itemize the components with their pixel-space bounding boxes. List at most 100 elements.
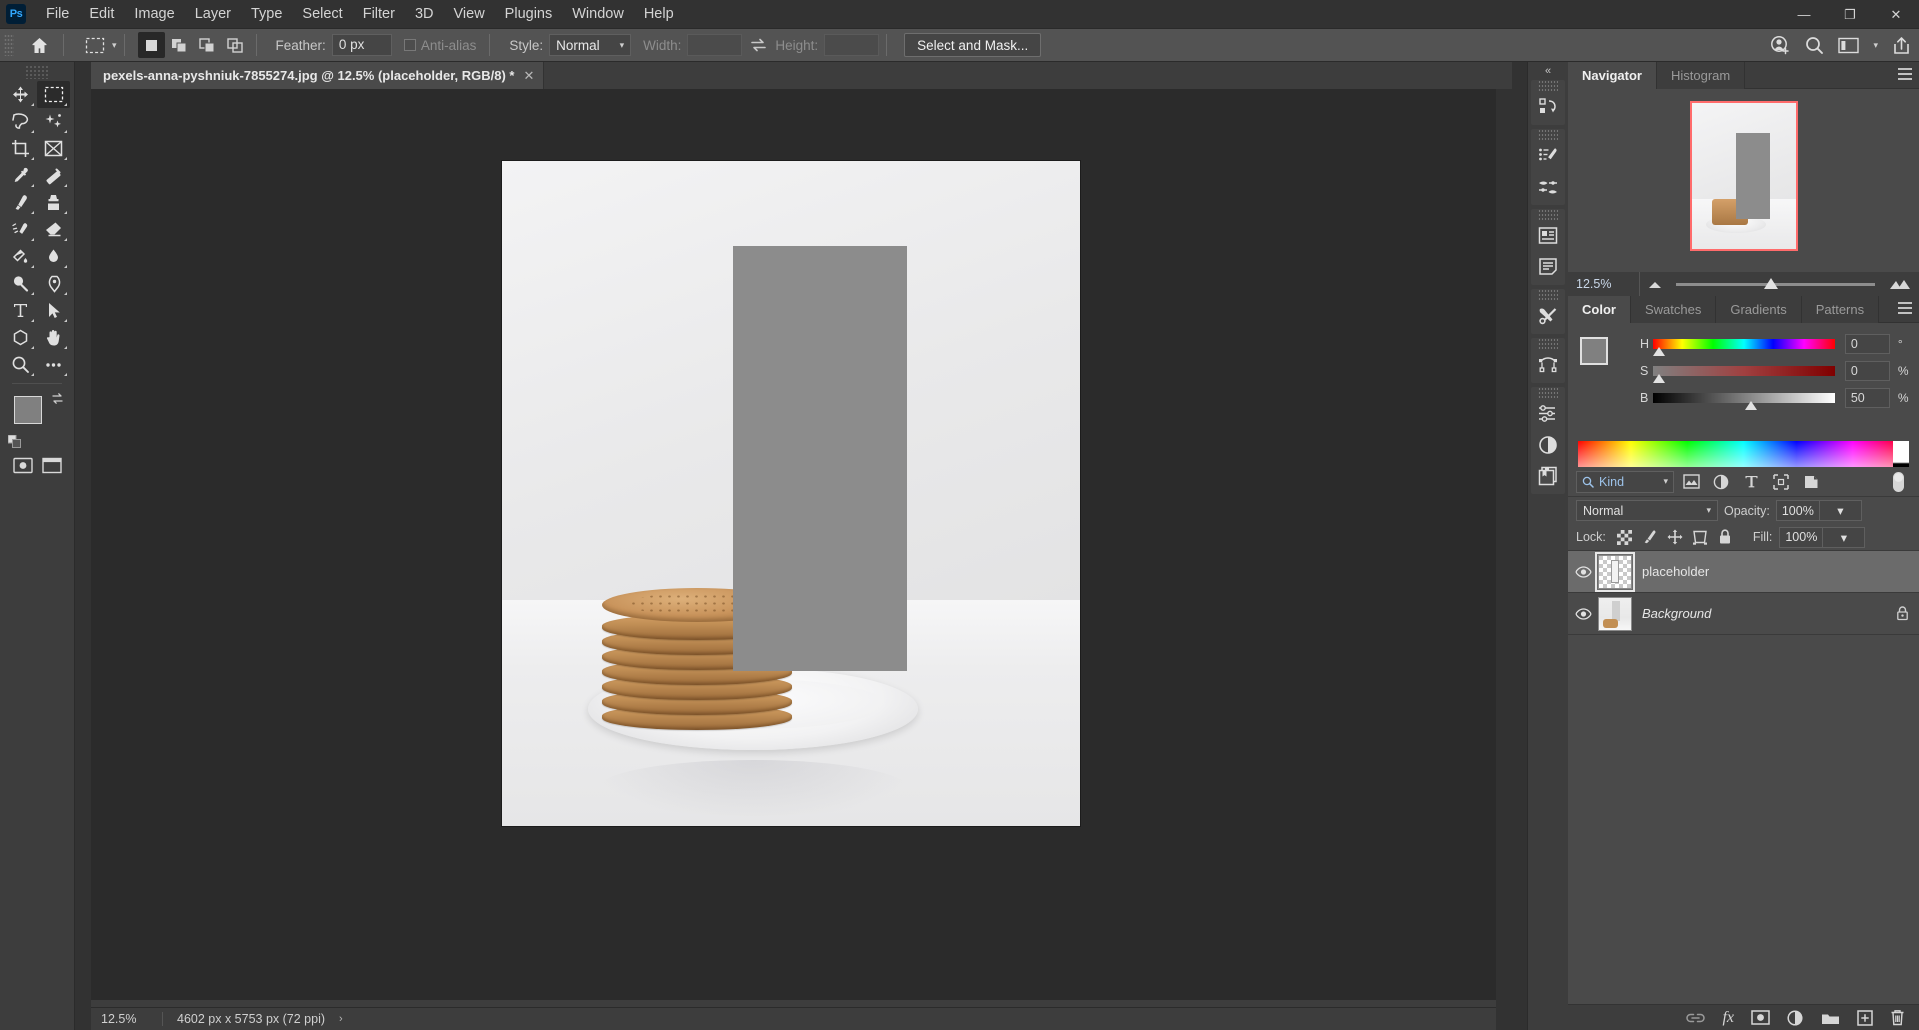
tool-presets-icon[interactable]	[1531, 300, 1565, 331]
default-colors-icon[interactable]	[8, 435, 21, 448]
shape-tool[interactable]	[4, 324, 37, 351]
properties-icon[interactable]	[1531, 220, 1565, 251]
rail-grip[interactable]	[1538, 209, 1558, 220]
tab-navigator[interactable]: Navigator	[1568, 62, 1657, 89]
lock-image-pixels-icon[interactable]	[1639, 526, 1661, 548]
status-zoom-level[interactable]: 12.5%	[91, 1012, 163, 1026]
fill-stepper-icon[interactable]: ▾	[1822, 527, 1864, 547]
select-and-mask-button[interactable]: Select and Mask...	[904, 33, 1042, 57]
navigator-zoom-slider[interactable]	[1676, 277, 1875, 289]
move-tool[interactable]	[4, 81, 37, 108]
history-brush-tool[interactable]	[4, 216, 37, 243]
tab-swatches[interactable]: Swatches	[1631, 296, 1717, 323]
share-icon[interactable]	[1892, 36, 1911, 55]
menu-view[interactable]: View	[444, 3, 495, 25]
new-selection-icon[interactable]	[137, 32, 165, 58]
anti-alias-checkbox[interactable]	[403, 39, 416, 51]
gradient-tool[interactable]	[4, 243, 37, 270]
fill-field[interactable]: 100% ▾	[1779, 526, 1866, 548]
canvas-horizontal-scrollbar[interactable]	[91, 1000, 1496, 1007]
history-icon[interactable]	[1531, 91, 1565, 122]
chevron-down-icon[interactable]: ▾	[1873, 40, 1878, 51]
foreground-color-swatch[interactable]	[14, 396, 42, 424]
dodge-tool[interactable]	[4, 270, 37, 297]
status-chevron-icon[interactable]: ›	[339, 1013, 343, 1025]
menu-filter[interactable]: Filter	[353, 3, 405, 25]
layer-name[interactable]: Background	[1642, 606, 1896, 621]
navigator-thumbnail[interactable]	[1689, 101, 1798, 251]
rail-grip[interactable]	[1538, 289, 1558, 300]
workspace-switcher-icon[interactable]	[1838, 37, 1860, 54]
menu-select[interactable]: Select	[292, 3, 352, 25]
document-canvas[interactable]	[502, 161, 1080, 826]
healing-brush-tool[interactable]	[37, 162, 70, 189]
object-selection-tool[interactable]	[37, 108, 70, 135]
menu-type[interactable]: Type	[241, 3, 292, 25]
zoom-tool[interactable]	[4, 351, 37, 378]
layer-visibility-toggle[interactable]	[1568, 565, 1598, 578]
layer-visibility-toggle[interactable]	[1568, 607, 1598, 620]
swap-colors-icon[interactable]	[51, 392, 64, 405]
layer-style-fx-icon[interactable]: fx	[1722, 1009, 1734, 1027]
rail-grip[interactable]	[1538, 387, 1558, 398]
opacity-stepper-icon[interactable]: ▾	[1818, 501, 1861, 520]
brightness-slider-thumb[interactable]	[1744, 401, 1757, 410]
close-icon[interactable]: ✕	[524, 69, 535, 82]
zoom-slider-thumb[interactable]	[1763, 277, 1778, 289]
eyedropper-tool[interactable]	[4, 162, 37, 189]
swap-width-height-icon[interactable]	[750, 38, 767, 52]
navigator-panel-menu-icon[interactable]	[1898, 68, 1912, 80]
layer-kind-filter[interactable]: Kind ▾	[1576, 470, 1674, 493]
rail-grip[interactable]	[1538, 338, 1558, 349]
filter-type-icon[interactable]	[1738, 470, 1764, 494]
filter-shape-icon[interactable]	[1768, 470, 1794, 494]
add-to-selection-icon[interactable]	[166, 32, 193, 58]
menu-window[interactable]: Window	[562, 3, 634, 25]
lasso-tool[interactable]	[4, 108, 37, 135]
layer-thumbnail[interactable]	[1595, 551, 1635, 592]
lock-all-icon[interactable]	[1714, 526, 1736, 548]
opacity-field[interactable]: 100% ▾	[1775, 500, 1862, 521]
intersect-selection-icon[interactable]	[222, 32, 249, 58]
new-group-icon[interactable]	[1821, 1011, 1840, 1025]
close-button[interactable]: ✕	[1873, 0, 1919, 29]
brightness-input[interactable]: 50	[1844, 388, 1890, 408]
clone-stamp-tool[interactable]	[37, 189, 70, 216]
crop-tool[interactable]	[4, 135, 37, 162]
brush-tool[interactable]	[4, 189, 37, 216]
adjustment-layer-icon[interactable]	[1531, 429, 1565, 460]
saturation-input[interactable]: 0	[1844, 361, 1890, 381]
notes-icon[interactable]	[1531, 251, 1565, 282]
eraser-tool[interactable]	[37, 216, 70, 243]
restore-button[interactable]: ❐	[1827, 0, 1873, 29]
zoom-out-icon[interactable]	[1648, 280, 1662, 289]
quick-mask-icon[interactable]	[12, 452, 33, 479]
width-input[interactable]	[687, 34, 743, 56]
hue-slider[interactable]	[1652, 339, 1835, 356]
brightness-slider[interactable]	[1652, 393, 1835, 410]
adjustments-icon[interactable]	[1531, 398, 1565, 429]
menu-file[interactable]: File	[36, 3, 79, 25]
menu-layer[interactable]: Layer	[185, 3, 241, 25]
menu-edit[interactable]: Edit	[79, 3, 124, 25]
color-panel-foreground-swatch[interactable]	[1580, 337, 1608, 365]
filter-smart-object-icon[interactable]	[1798, 470, 1824, 494]
hue-slider-thumb[interactable]	[1652, 347, 1665, 356]
menu-help[interactable]: Help	[634, 3, 684, 25]
filter-toggle-icon[interactable]	[1885, 470, 1911, 494]
navigator-zoom-value[interactable]: 12.5%	[1568, 272, 1640, 296]
height-input[interactable]	[824, 34, 880, 56]
saturation-slider-thumb[interactable]	[1652, 374, 1665, 383]
frame-tool[interactable]	[37, 135, 70, 162]
lock-artboard-nesting-icon[interactable]	[1689, 526, 1711, 548]
brush-settings-icon[interactable]	[1531, 140, 1565, 171]
document-tab[interactable]: pexels-anna-pyshniuk-7855274.jpg @ 12.5%…	[91, 62, 545, 89]
menu-image[interactable]: Image	[124, 3, 184, 25]
tab-color[interactable]: Color	[1568, 296, 1631, 323]
type-tool[interactable]	[4, 297, 37, 324]
rail-grip[interactable]	[1538, 80, 1558, 91]
color-panel-menu-icon[interactable]	[1898, 302, 1912, 314]
delete-layer-icon[interactable]	[1890, 1009, 1905, 1026]
rail-grip[interactable]	[1538, 129, 1558, 140]
blur-tool[interactable]	[37, 243, 70, 270]
